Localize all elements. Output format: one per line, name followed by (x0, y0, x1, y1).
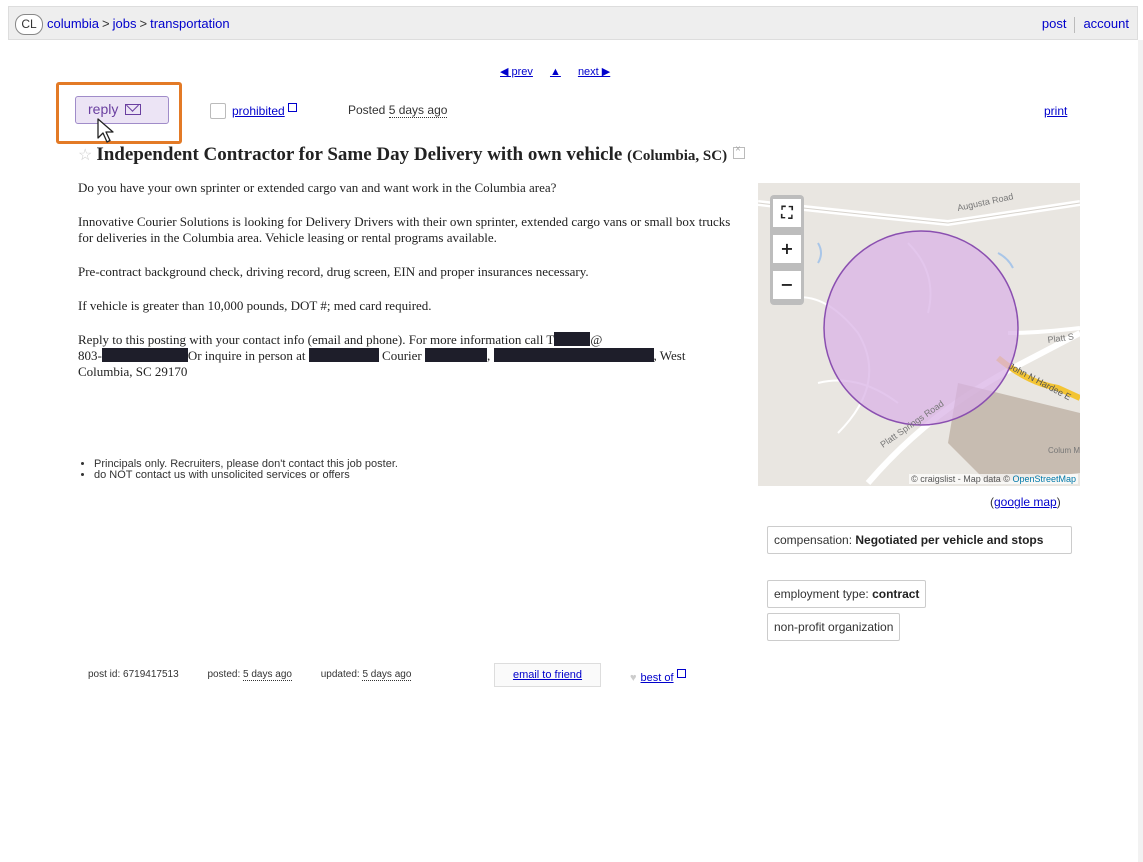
body-paragraph: Pre-contract background check, driving r… (78, 264, 589, 279)
attr-non-profit: non-profit organization (767, 613, 901, 641)
divider (1074, 16, 1076, 33)
reply-label: reply (88, 101, 119, 117)
fullscreen-icon[interactable]: ⛶ (773, 199, 801, 227)
help-icon[interactable] (676, 669, 686, 678)
prohibited-link[interactable]: prohibited (232, 104, 285, 118)
favorite-star-icon[interactable]: ☆ (78, 147, 92, 164)
posting-title: ☆ Independent Contractor for Same Day Del… (78, 144, 908, 166)
up-link[interactable]: ▲ (550, 66, 561, 78)
prev-link[interactable]: ◀ prev (500, 66, 533, 78)
breadcrumb-columbia[interactable]: columbia (47, 16, 99, 31)
google-map-link[interactable]: google map (994, 495, 1057, 509)
body-paragraph: Innovative Courier Solutions is looking … (78, 214, 731, 245)
email-to-friend-button[interactable]: email to friend (494, 663, 601, 687)
best-of: ♥ best of (630, 669, 686, 684)
attr-employment-type: employment type: contract (767, 580, 927, 608)
prev-next-nav: ◀ prev ▲ next ▶ (500, 65, 624, 78)
zoom-out-button[interactable]: − (773, 271, 801, 299)
posting-body: Do you have your own sprinter or extende… (78, 180, 738, 398)
map-panel[interactable]: Augusta Road Platt Springs Road John N H… (758, 183, 1080, 486)
map-canvas: Augusta Road Platt Springs Road John N H… (758, 183, 1080, 486)
scrollbar-track[interactable] (1138, 40, 1143, 862)
zoom-in-button[interactable]: + (773, 235, 801, 263)
body-paragraph: If vehicle is greater than 10,000 pounds… (78, 298, 432, 313)
map-label: Colum Metrop (1048, 446, 1080, 455)
post-link[interactable]: post (1042, 16, 1067, 31)
help-icon[interactable] (287, 103, 297, 112)
attr-compensation: compensation: Negotiated per vehicle and… (767, 526, 1072, 554)
flag-checkbox[interactable] (210, 103, 226, 119)
breadcrumb-transportation[interactable]: transportation (150, 16, 230, 31)
print-link[interactable]: print (1044, 104, 1067, 118)
redaction-bar (308, 348, 379, 362)
redaction-bar (425, 348, 488, 362)
body-paragraph: Do you have your own sprinter or extende… (78, 180, 557, 195)
google-map-link-wrap: (google map) (990, 495, 1061, 509)
post-id: post id: 6719417513 (88, 669, 179, 680)
footer-updated: updated: 5 days ago (320, 669, 412, 681)
redaction-bar (554, 332, 591, 346)
openstreetmap-link[interactable]: OpenStreetMap (1012, 474, 1076, 484)
redaction-bar (493, 348, 654, 362)
notices-list: Principals only. Recruiters, please don'… (78, 459, 398, 481)
next-link[interactable]: next ▶ (578, 66, 610, 78)
footer-posted: posted: 5 days ago (207, 669, 292, 681)
posting-title-text: Independent Contractor for Same Day Deli… (96, 144, 623, 165)
craigslist-logo[interactable]: CL (15, 14, 43, 35)
hide-posting-icon[interactable] (733, 144, 746, 159)
envelope-icon (125, 104, 142, 115)
mouse-cursor-icon (97, 118, 114, 143)
breadcrumb: columbia > jobs > transportation (47, 16, 230, 31)
breadcrumb-jobs[interactable]: jobs (113, 16, 137, 31)
posted-date-value: 5 days ago (388, 103, 448, 118)
map-attribution: © craigslist - Map data © OpenStreetMap (909, 474, 1078, 484)
prohibited-flag: prohibited (232, 103, 297, 118)
account-link[interactable]: account (1083, 16, 1129, 31)
posting-location: (Columbia, SC) (627, 148, 728, 164)
reply-button[interactable]: reply (75, 96, 169, 124)
notice-item: do NOT contact us with unsolicited servi… (94, 470, 398, 481)
top-right-links: post account (1042, 16, 1129, 33)
best-of-link[interactable]: best of (641, 672, 674, 684)
posted-date: Posted 5 days ago (348, 103, 448, 118)
posting-footer: post id: 6719417513 posted: 5 days ago u… (88, 669, 437, 681)
body-paragraph-contact: Reply to this posting with your contact … (78, 332, 686, 379)
top-bar: CL columbia > jobs > transportation post acco… (8, 6, 1138, 40)
map-controls: ⛶ + − (770, 195, 804, 305)
heart-icon[interactable]: ♥ (630, 672, 637, 684)
redaction-bar (101, 348, 188, 362)
